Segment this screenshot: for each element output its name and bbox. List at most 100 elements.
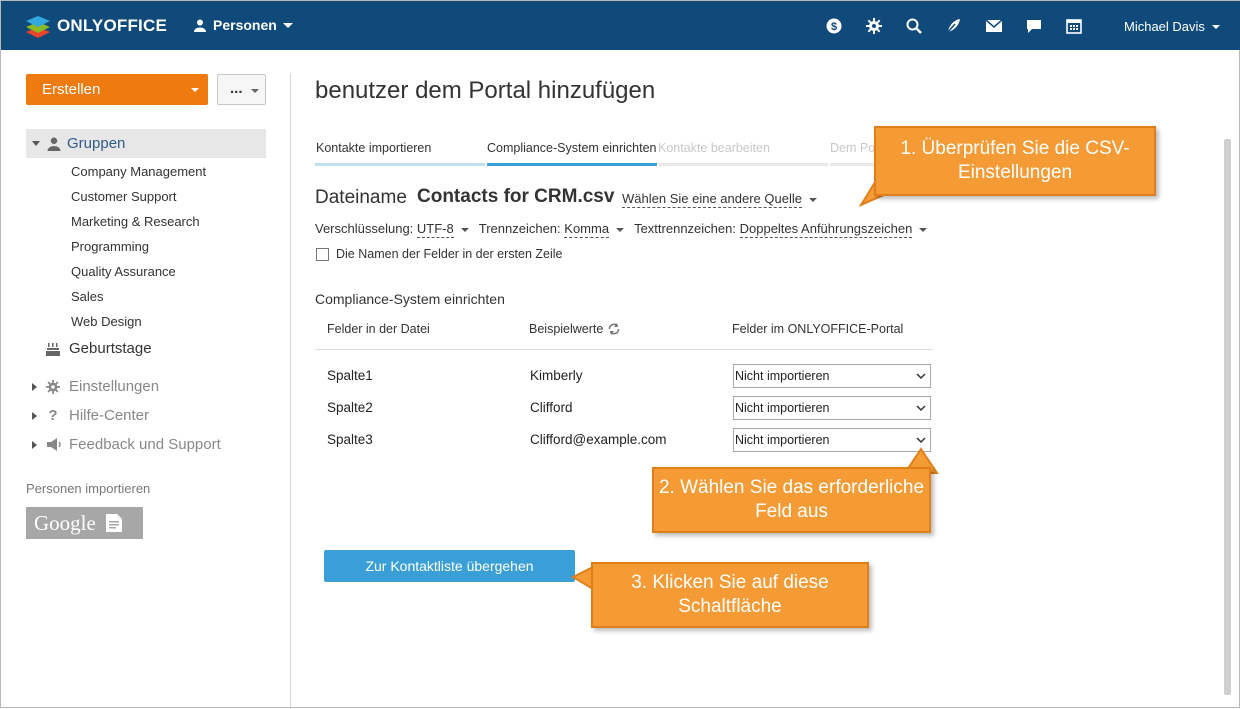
sidebar-item-label: Hilfe-Center xyxy=(69,407,150,424)
header-row-label: Die Namen der Felder in der ersten Zeile xyxy=(336,247,563,261)
module-switcher[interactable]: Personen xyxy=(194,17,293,33)
scrollbar[interactable] xyxy=(1224,139,1231,695)
header-row-checkbox[interactable] xyxy=(316,247,329,261)
table-cell-field: Spalte2 xyxy=(327,400,373,415)
chat-icon[interactable] xyxy=(1023,15,1045,37)
module-label: Personen xyxy=(213,17,277,33)
sidebar-item-groups[interactable]: Gruppen xyxy=(26,129,266,158)
sidebar-item-settings[interactable]: Einstellungen xyxy=(32,378,159,395)
filename-label: Dateiname xyxy=(315,187,407,208)
callout-text: 1. Überprüfen Sie die CSV-Einstellungen xyxy=(900,138,1130,183)
import-section-label: Personen importieren xyxy=(26,481,151,496)
step-edit: Kontakte bearbeiten xyxy=(658,141,770,155)
step-progress-bar xyxy=(315,163,485,166)
table-cell-field: Spalte3 xyxy=(327,432,373,447)
step-import: Kontakte importieren xyxy=(316,141,432,155)
app-window: ONLYOFFICE Personen $ Michael Davis Erst… xyxy=(0,0,1240,709)
sidebar-group-item[interactable]: Marketing & Research xyxy=(71,214,200,229)
chevron-down-icon xyxy=(282,22,293,28)
column-header-file-fields: Felder in der Datei xyxy=(327,322,430,336)
chevron-down-icon xyxy=(919,227,928,232)
calendar-icon[interactable] xyxy=(1063,15,1085,37)
chevron-down-icon xyxy=(916,373,926,380)
encoding-setting: Verschlüsselung: UTF-8 xyxy=(315,221,469,238)
column-header-label: Beispielwerte xyxy=(529,322,604,336)
expand-icon xyxy=(32,440,37,449)
encoding-label: Verschlüsselung: xyxy=(315,221,414,236)
user-name: Michael Davis xyxy=(1124,19,1205,34)
text-separator-dropdown[interactable]: Doppeltes Anführungszeichen xyxy=(739,221,913,238)
currency-icon[interactable]: $ xyxy=(823,15,845,37)
create-button[interactable]: Erstellen xyxy=(26,74,208,105)
more-actions-button[interactable]: ... xyxy=(217,74,266,105)
chevron-down-icon xyxy=(916,437,926,444)
chevron-down-icon xyxy=(808,197,817,202)
sidebar-group-item[interactable]: Web Design xyxy=(71,314,142,329)
change-source-dropdown[interactable]: Wählen Sie eine andere Quelle xyxy=(622,191,817,208)
table-cell-field: Spalte1 xyxy=(327,368,373,383)
select-value: Nicht importieren xyxy=(735,401,830,415)
user-menu[interactable]: Michael Davis xyxy=(1124,19,1220,34)
search-icon[interactable] xyxy=(903,15,925,37)
document-icon xyxy=(105,514,122,532)
mail-icon[interactable] xyxy=(983,15,1005,37)
separator-label: Trennzeichen: xyxy=(478,221,561,236)
create-button-label: Erstellen xyxy=(42,81,101,98)
chevron-down-icon xyxy=(251,89,259,93)
question-icon: ? xyxy=(48,407,58,424)
go-to-contacts-button[interactable]: Zur Kontaktliste übergehen xyxy=(324,550,575,582)
column-header-portal-fields: Felder im ONLYOFFICE-Portal xyxy=(732,322,904,336)
step-add: Dem Po xyxy=(830,141,876,155)
step-compliance: Compliance-System einrichten xyxy=(487,141,657,155)
more-actions-label: ... xyxy=(230,80,243,97)
text-separator-setting: Texttrennzeichen: Doppeltes Anführungsze… xyxy=(634,221,928,238)
refresh-icon[interactable] xyxy=(607,322,621,336)
top-bar: ONLYOFFICE Personen $ Michael Davis xyxy=(1,1,1240,50)
select-value: Nicht importieren xyxy=(735,369,830,383)
sidebar-item-label: Einstellungen xyxy=(69,378,160,395)
encoding-dropdown[interactable]: UTF-8 xyxy=(416,221,454,238)
sidebar-item-label: Geburtstage xyxy=(69,340,152,357)
sidebar-divider xyxy=(290,73,291,709)
gear-icon[interactable] xyxy=(863,15,885,37)
table-cell-sample: Kimberly xyxy=(530,368,583,383)
chevron-down-icon xyxy=(1211,24,1220,29)
sidebar-item-birthdays[interactable]: Geburtstage xyxy=(32,340,152,357)
svg-text:$: $ xyxy=(831,21,837,33)
sidebar-group-item[interactable]: Programming xyxy=(71,239,149,254)
field-mapping-select[interactable]: Nicht importieren xyxy=(733,396,931,420)
sidebar-item-feedback[interactable]: Feedback und Support xyxy=(32,436,221,453)
chevron-down-icon xyxy=(916,405,926,412)
field-mapping-select[interactable]: Nicht importieren xyxy=(733,364,931,388)
callout-select-field: 2. Wählen Sie das erforderliche Feld aus xyxy=(652,467,931,533)
chevron-down-icon xyxy=(191,88,199,92)
callout-text: 3. Klicken Sie auf diese Schaltfläche xyxy=(631,572,829,617)
sidebar-group-item[interactable]: Sales xyxy=(71,289,104,304)
select-value: Nicht importieren xyxy=(735,433,830,447)
megaphone-icon xyxy=(43,437,63,453)
expand-icon xyxy=(32,382,37,391)
step-progress-bar xyxy=(487,163,657,166)
sidebar-group-item[interactable]: Company Management xyxy=(71,164,206,179)
filename-value: Contacts for CRM.csv xyxy=(417,186,615,207)
sidebar-group-item[interactable]: Quality Assurance xyxy=(71,264,176,279)
header-row-option: Die Namen der Felder in der ersten Zeile xyxy=(316,247,563,261)
gear-icon xyxy=(43,379,63,395)
google-label: Google xyxy=(34,510,96,535)
top-icons: $ xyxy=(823,15,1103,37)
logo-text: ONLYOFFICE xyxy=(57,16,167,35)
onlyoffice-logo-icon xyxy=(26,16,50,38)
sidebar-item-label: Gruppen xyxy=(67,135,126,152)
chevron-down-icon xyxy=(460,227,469,232)
sidebar-item-help[interactable]: ? Hilfe-Center xyxy=(32,407,149,424)
separator-dropdown[interactable]: Komma xyxy=(564,221,610,238)
callout-text: 2. Wählen Sie das erforderliche Feld aus xyxy=(658,477,925,522)
section-title: Compliance-System einrichten xyxy=(315,291,505,307)
feed-icon[interactable] xyxy=(943,15,965,37)
callout-submit-button: 3. Klicken Sie auf diese Schaltfläche xyxy=(591,562,869,628)
table-divider xyxy=(315,349,933,350)
chevron-down-icon xyxy=(616,227,625,232)
google-import-button[interactable]: Google xyxy=(26,507,143,539)
sidebar-group-item[interactable]: Customer Support xyxy=(71,189,177,204)
logo[interactable]: ONLYOFFICE xyxy=(25,13,167,39)
